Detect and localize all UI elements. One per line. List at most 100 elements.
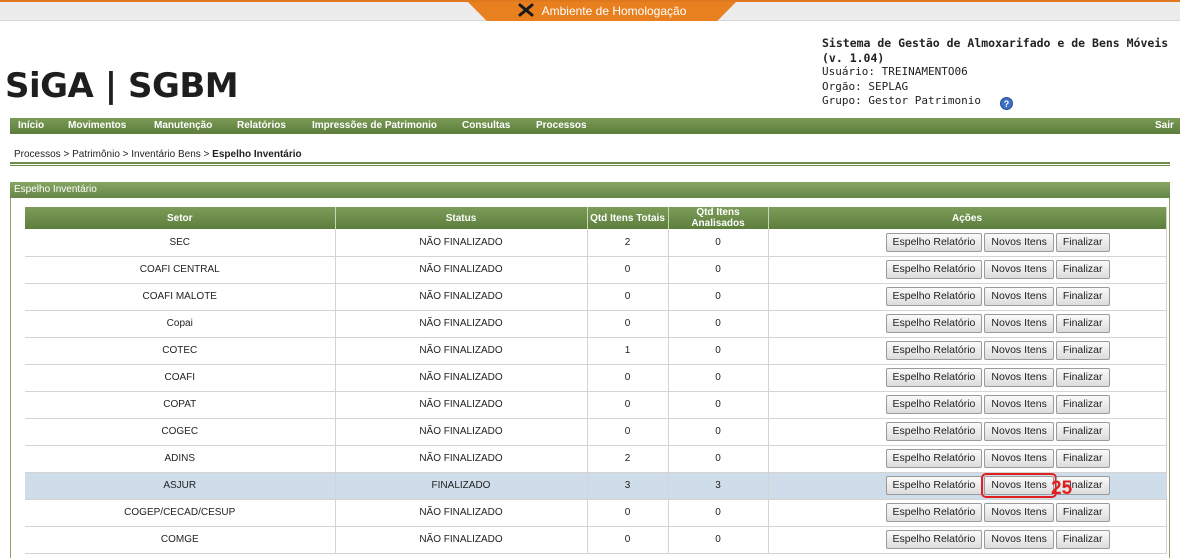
cell-qtd-analisados: 0 (668, 256, 769, 284)
finalizar-button[interactable]: Finalizar (1055, 422, 1110, 441)
finalizar-button[interactable]: Finalizar (1055, 260, 1110, 279)
main-menu: Início Movimentos Manutenção Relatórios … (10, 118, 1180, 134)
novos-itens-button[interactable]: Novos Itens (984, 341, 1054, 360)
cell-qtd-totais: 2 (587, 229, 669, 257)
cell-acoes: Espelho Relatório Novos Itens Finalizar (768, 337, 1167, 365)
menu-manutencao[interactable]: Manutenção (154, 118, 212, 134)
menu-impressoes[interactable]: Impressões de Patrimonio (312, 118, 437, 134)
cell-acoes: Espelho Relatório Novos Itens Finalizar (768, 526, 1167, 554)
cell-acoes: Espelho Relatório Novos Itens Finalizar (768, 472, 1167, 500)
menu-processos[interactable]: Processos (536, 118, 587, 134)
novos-itens-button[interactable]: Novos Itens (984, 232, 1054, 252)
espelho-relatorio-button[interactable]: Espelho Relatório (885, 368, 983, 387)
breadcrumb-path[interactable]: Processos > Patrimônio > Inventário Bens… (14, 149, 212, 160)
table-header-row: Setor Status Qtd Itens Totais Qtd Itens … (25, 207, 1167, 229)
cell-status: NÃO FINALIZADO (335, 499, 588, 527)
table-row: COGEP/CECAD/CESUP NÃO FINALIZADO 0 0 Espelho… (25, 499, 1167, 527)
col-qtd-totais: Qtd Itens Totais (587, 207, 669, 229)
cell-status: NÃO FINALIZADO (335, 526, 588, 554)
finalizar-button[interactable]: Finalizar (1055, 449, 1110, 468)
novos-itens-button[interactable]: Novos Itens (984, 314, 1054, 333)
cell-acoes: Espelho Relatório Novos Itens Finalizar (768, 391, 1167, 419)
novos-itens-button[interactable]: Novos Itens (984, 395, 1054, 414)
menu-consultas[interactable]: Consultas (462, 118, 510, 134)
finalizar-button[interactable]: Finalizar (1055, 530, 1110, 549)
cell-setor: COGEC (25, 418, 336, 446)
novos-itens-button[interactable]: Novos Itens (984, 368, 1054, 387)
cell-setor: Copai (25, 310, 336, 338)
table-row: COPAT NÃO FINALIZADO 0 0 Espelho Relatório No… (25, 391, 1167, 419)
finalizar-button[interactable]: Finalizar (1055, 287, 1110, 306)
finalizar-button[interactable]: Finalizar (1055, 368, 1110, 387)
cell-qtd-analisados: 0 (668, 445, 769, 473)
breadcrumb-current: Espelho Inventário (212, 149, 302, 160)
espelho-relatorio-button[interactable]: Espelho Relatório (885, 260, 983, 279)
cell-status: NÃO FINALIZADO (335, 283, 588, 311)
cell-status: NÃO FINALIZADO (335, 256, 588, 284)
logo-separator: | (104, 66, 117, 106)
novos-itens-button[interactable]: Novos Itens (984, 530, 1054, 549)
cell-qtd-totais: 0 (587, 499, 669, 527)
app-logo: SiGA | SGBM (5, 66, 239, 106)
cell-setor: COMGE (25, 526, 336, 554)
espelho-relatorio-button[interactable]: Espelho Relatório (885, 232, 983, 252)
system-info: Sistema de Gestão de Almoxarifado e de B… (822, 36, 1180, 109)
help-icon[interactable]: ? (1000, 97, 1013, 110)
col-acoes: Ações (768, 207, 1167, 229)
cell-status: NÃO FINALIZADO (335, 418, 588, 446)
finalizar-button[interactable]: Finalizar (1055, 395, 1110, 414)
novos-itens-button[interactable]: Novos Itens (984, 287, 1054, 306)
finalizar-button[interactable]: Finalizar (1055, 232, 1110, 252)
cell-status: NÃO FINALIZADO (335, 445, 588, 473)
table-row: COTEC NÃO FINALIZADO 1 0 Espelho Relatório No… (25, 337, 1167, 365)
espelho-relatorio-button[interactable]: Espelho Relatório (885, 449, 983, 468)
novos-itens-button[interactable]: Novos Itens (984, 503, 1054, 522)
espelho-relatorio-button[interactable]: Espelho Relatório (885, 530, 983, 549)
user-info: Usuário: TREINAMENTO06 (822, 65, 968, 78)
novos-itens-button[interactable]: Novos Itens (984, 449, 1054, 468)
menu-inicio[interactable]: Início (18, 118, 44, 134)
espelho-relatorio-button[interactable]: Espelho Relatório (885, 287, 983, 306)
novos-itens-button[interactable]: Novos Itens (984, 260, 1054, 279)
finalizar-button[interactable]: Finalizar (1055, 314, 1110, 333)
cell-acoes: Espelho Relatório Novos Itens Finalizar (768, 283, 1167, 311)
cell-status: NÃO FINALIZADO (335, 391, 588, 419)
menu-relatorios[interactable]: Relatórios (237, 118, 286, 134)
breadcrumb-divider (10, 162, 1170, 166)
espelho-relatorio-button[interactable]: Espelho Relatório (885, 395, 983, 414)
col-qtd-analisados: Qtd Itens Analisados (668, 207, 769, 229)
menu-movimentos[interactable]: Movimentos (68, 118, 126, 134)
cell-qtd-totais: 0 (587, 364, 669, 392)
cell-qtd-analisados: 0 (668, 337, 769, 365)
espelho-relatorio-button[interactable]: Espelho Relatório (885, 503, 983, 522)
table-row: SEC NÃO FINALIZADO 2 0 Espelho Relatório Novo… (25, 229, 1167, 257)
espelho-relatorio-button[interactable]: Espelho Relatório (885, 341, 983, 360)
logo-part2: SGBM (127, 66, 239, 106)
cell-qtd-totais: 0 (587, 283, 669, 311)
cell-status: NÃO FINALIZADO (335, 364, 588, 392)
cell-qtd-analisados: 3 (668, 472, 769, 500)
table-row: ADINS NÃO FINALIZADO 2 0 Espelho Relatório No… (25, 445, 1167, 473)
espelho-relatorio-button[interactable]: Espelho Relatório (885, 476, 983, 495)
cell-setor: COAFI MALOTE (25, 283, 336, 311)
annotation-marker: 25 (1051, 478, 1073, 499)
cell-acoes: Espelho Relatório Novos Itens Finalizar (768, 445, 1167, 473)
table-row: COGEC NÃO FINALIZADO 0 0 Espelho Relatório No… (25, 418, 1167, 446)
novos-itens-button[interactable]: Novos Itens (981, 473, 1057, 498)
col-setor: Setor (25, 207, 336, 229)
cell-setor: ADINS (25, 445, 336, 473)
table-row: COAFI CENTRAL NÃO FINALIZADO 0 0 Espelho Rel… (25, 256, 1167, 284)
cell-setor: COTEC (25, 337, 336, 365)
cell-acoes: Espelho Relatório Novos Itens Finalizar (768, 256, 1167, 284)
novos-itens-button[interactable]: Novos Itens (984, 422, 1054, 441)
finalizar-button[interactable]: Finalizar (1055, 341, 1110, 360)
table-row: COAFI MALOTE NÃO FINALIZADO 0 0 Espelho Rela… (25, 283, 1167, 311)
top-accent-line (0, 0, 1180, 2)
espelho-relatorio-button[interactable]: Espelho Relatório (885, 314, 983, 333)
espelho-relatorio-button[interactable]: Espelho Relatório (885, 422, 983, 441)
table-row: COAFI NÃO FINALIZADO 0 0 Espelho Relatório No… (25, 364, 1167, 392)
cell-qtd-totais: 0 (587, 391, 669, 419)
cell-qtd-totais: 1 (587, 337, 669, 365)
menu-sair[interactable]: Sair (1155, 118, 1174, 134)
finalizar-button[interactable]: Finalizar (1055, 503, 1110, 522)
